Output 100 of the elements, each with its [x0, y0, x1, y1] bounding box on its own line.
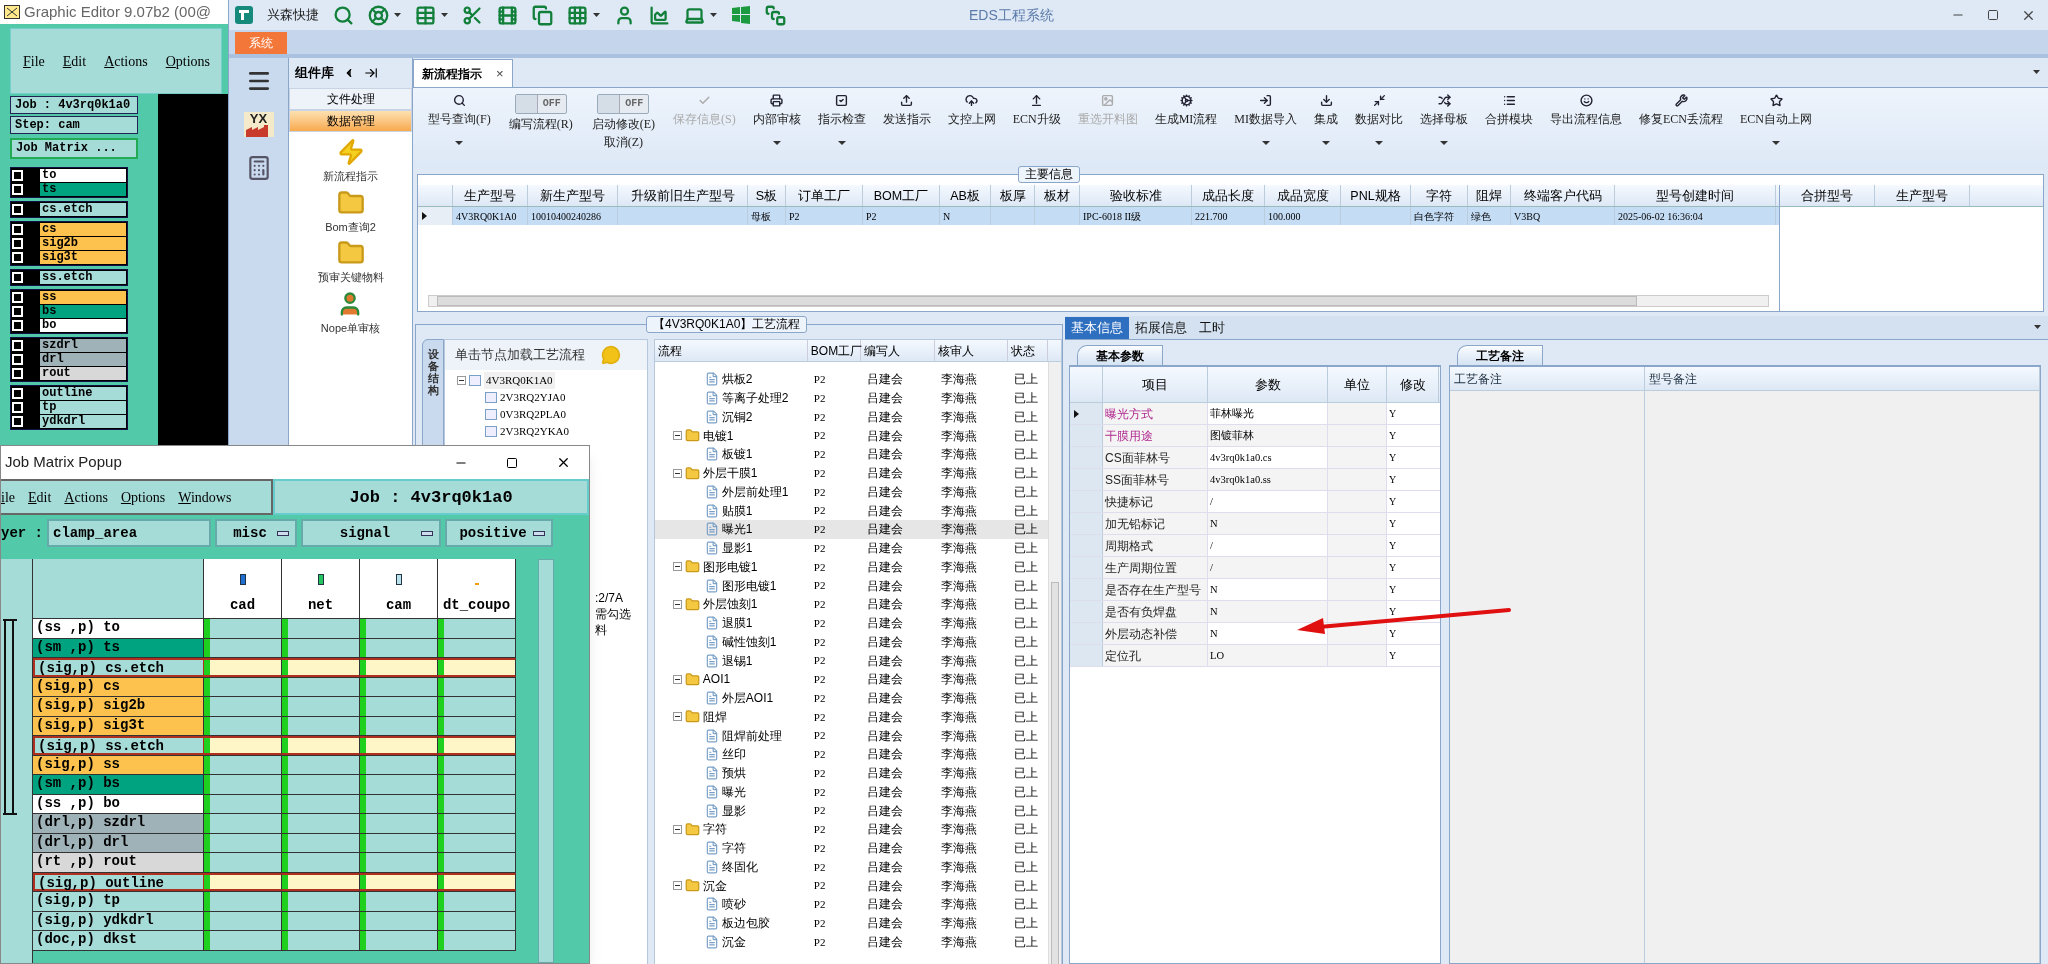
matrix-cell[interactable] — [360, 736, 438, 755]
menu-item[interactable]: Windows — [178, 486, 232, 508]
column-header[interactable]: 验收标准 — [1080, 185, 1192, 206]
column-header[interactable]: AB板 — [940, 185, 991, 206]
row-header-cell[interactable] — [1070, 623, 1103, 644]
matrix-cell[interactable] — [204, 619, 282, 638]
matrix-cell[interactable] — [204, 814, 282, 833]
matrix-cell[interactable] — [282, 775, 360, 794]
layer-row-label[interactable]: (rt ,p) rout — [33, 853, 204, 872]
toolbar-button[interactable]: ECN升级 — [1005, 94, 1068, 127]
toolbar-button[interactable]: 导出流程信息 — [1543, 94, 1629, 127]
lifebuoy-icon[interactable] — [368, 4, 389, 26]
tab[interactable]: 工艺备注 — [1457, 345, 1543, 365]
column-header[interactable]: 单位 — [1328, 367, 1387, 402]
matrix-cell[interactable] — [438, 931, 516, 950]
layer-name[interactable]: cs — [40, 223, 126, 236]
layer-input[interactable]: clamp_area — [47, 519, 211, 547]
matrix-cell[interactable] — [360, 775, 438, 794]
row-header-cell[interactable] — [1070, 491, 1103, 512]
checkbox[interactable] — [12, 184, 23, 195]
matrix-cell[interactable] — [360, 892, 438, 911]
toolbar-button[interactable]: 启动修改(E) — [591, 116, 655, 132]
table-cell[interactable] — [1328, 579, 1387, 600]
column-header[interactable]: 工艺备注 — [1450, 367, 1645, 390]
dropdown[interactable]: signal — [301, 519, 441, 547]
column-header[interactable]: PNL规格 — [1341, 185, 1411, 206]
matrix-cell[interactable] — [282, 619, 360, 638]
menu-item[interactable]: ile — [1, 486, 15, 508]
layer-name[interactable]: bo — [40, 319, 126, 332]
toolbar-button[interactable]: 指示检查 — [810, 94, 873, 145]
component-item[interactable]: Bom查询2 — [325, 218, 376, 235]
layer-row-label[interactable]: (sig,p) sig2b — [33, 697, 204, 716]
table-cell[interactable] — [1328, 469, 1387, 490]
horizontal-scrollbar[interactable] — [428, 295, 1769, 307]
user-icon[interactable] — [614, 4, 635, 26]
column-header[interactable]: cad — [204, 559, 282, 618]
column-header[interactable]: 流程 — [654, 340, 808, 361]
collapse-icon[interactable] — [672, 562, 682, 572]
toggle-switch[interactable]: OFF — [514, 94, 567, 114]
toolbar-button[interactable]: 取消(Z) — [603, 134, 643, 150]
checkbox[interactable] — [12, 272, 23, 283]
column-header[interactable]: 终端客户代码 — [1511, 185, 1615, 206]
layer-row-label[interactable]: (ss ,p) to — [33, 619, 204, 638]
column-header[interactable]: cam — [360, 559, 438, 618]
toolbar-button[interactable]: 编写流程(R) — [508, 116, 573, 132]
table-cell[interactable]: / — [1210, 493, 1213, 510]
layer-name[interactable]: bs — [40, 305, 126, 318]
column-header[interactable]: BOM工厂 — [863, 185, 940, 206]
row-header-cell[interactable] — [1070, 645, 1103, 666]
column-header[interactable]: net — [282, 559, 360, 618]
job-matrix-button[interactable]: Job Matrix ... — [10, 138, 138, 159]
table-cell[interactable] — [1328, 447, 1387, 468]
matrix-cell[interactable] — [282, 697, 360, 716]
checkbox[interactable] — [12, 402, 23, 413]
matrix-cell[interactable] — [438, 814, 516, 833]
table-cell[interactable]: / — [1210, 537, 1213, 554]
matrix-cell[interactable] — [438, 853, 516, 872]
category-button[interactable]: 文件处理 — [289, 88, 412, 110]
copy-icon[interactable] — [532, 4, 553, 26]
matrix-cell[interactable] — [360, 814, 438, 833]
layer-row-label[interactable]: (doc,p) dkst — [33, 931, 204, 950]
matrix-cell[interactable] — [204, 931, 282, 950]
table-cell[interactable] — [1328, 601, 1387, 622]
tab[interactable]: 工时 — [1193, 317, 1231, 339]
row-header-cell[interactable] — [1070, 601, 1103, 622]
matrix-cell[interactable] — [204, 697, 282, 716]
table-cell[interactable] — [1328, 403, 1387, 424]
table-cell[interactable]: N — [1210, 515, 1218, 532]
menu-item[interactable]: File — [23, 50, 45, 72]
column-header[interactable]: 板厚 — [991, 185, 1035, 206]
row-header-cell[interactable] — [1070, 557, 1103, 578]
table-cell[interactable]: / — [1210, 559, 1213, 576]
layer-row-label[interactable]: (sig,p) cs.etch — [33, 658, 204, 677]
checkbox[interactable] — [12, 224, 23, 235]
checkbox[interactable] — [12, 368, 23, 379]
menu-item[interactable]: Options — [165, 50, 211, 72]
checkbox[interactable] — [12, 252, 23, 263]
matrix-cell[interactable] — [360, 697, 438, 716]
column-header[interactable]: 型号创建时间 — [1615, 185, 1776, 206]
column-header[interactable]: 核审人 — [934, 340, 1008, 361]
toggle-switch[interactable]: OFF — [597, 94, 650, 114]
matrix-cell[interactable] — [204, 892, 282, 911]
table-cell[interactable] — [1328, 513, 1387, 534]
table-cell[interactable]: 菲林曝光 — [1210, 405, 1254, 422]
layer-name[interactable]: ydkdrl — [40, 415, 126, 428]
matrix-cell[interactable] — [360, 619, 438, 638]
row-header-cell[interactable] — [1070, 579, 1103, 600]
row-header-cell[interactable] — [418, 207, 453, 225]
grid-icon[interactable] — [567, 4, 588, 26]
component-item[interactable]: Nope单审核 — [320, 319, 381, 336]
dropdown[interactable]: positive — [445, 519, 553, 547]
checkbox[interactable] — [12, 388, 23, 399]
table-cell[interactable] — [1328, 425, 1387, 446]
toolbar-button[interactable]: MI数据导入 — [1227, 94, 1304, 145]
scissors-icon[interactable] — [462, 4, 483, 26]
layer-name[interactable]: drl — [40, 353, 126, 366]
collapse-icon[interactable] — [457, 376, 466, 385]
menu-item[interactable]: Actions — [104, 50, 148, 72]
column-header[interactable]: 生产型号 — [1875, 185, 1970, 206]
tree-node[interactable]: 4V3RQ0K1A0 — [484, 372, 555, 389]
